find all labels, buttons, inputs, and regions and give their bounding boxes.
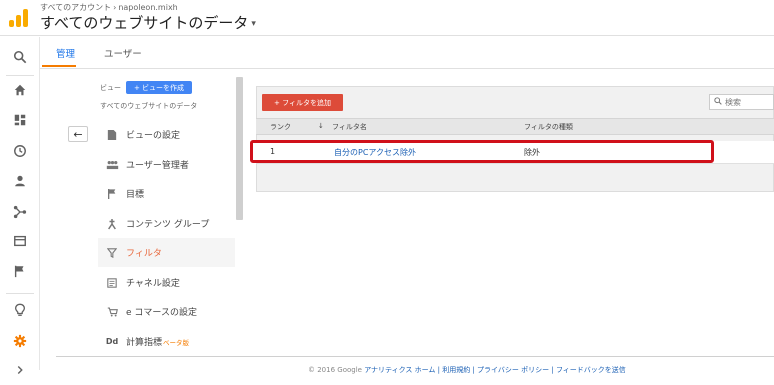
acquisition-icon[interactable] xyxy=(0,197,40,227)
menu-item-goals[interactable]: 目標 xyxy=(98,179,235,208)
footer: © 2016 Google アナリティクス ホーム | 利用規約 | プライバシ… xyxy=(308,365,626,375)
footer-copyright: © 2016 Google xyxy=(308,366,362,374)
expand-icon[interactable] xyxy=(0,355,40,385)
flag-icon xyxy=(105,187,119,201)
menu-item-label: フィルタ xyxy=(126,249,162,259)
menu-item-content-group[interactable]: コンテンツ グループ xyxy=(98,209,235,238)
search-placeholder: 検索 xyxy=(725,97,741,107)
doc-icon xyxy=(105,128,119,142)
tab-user[interactable]: ユーザー xyxy=(104,46,142,60)
menu-item-label: 計算指標 xyxy=(126,338,163,348)
content-group-icon xyxy=(105,217,119,231)
top-header: すべてのアカウント › napoleon.mixh すべてのウェブサイトのデータ ▾ xyxy=(0,0,774,36)
account-selector[interactable]: すべてのウェブサイトのデータ ▾ xyxy=(40,12,256,33)
column-header-filter-name[interactable]: フィルタ名 xyxy=(332,122,367,132)
beta-badge: ベータ版 xyxy=(163,338,190,347)
clock-icon[interactable] xyxy=(0,136,40,166)
account-title: すべてのウェブサイトのデータ xyxy=(40,14,249,32)
caret-down-icon: ▾ xyxy=(251,18,256,29)
back-button[interactable]: ← xyxy=(68,126,88,142)
breadcrumb-account[interactable]: すべてのアカウント xyxy=(40,3,111,12)
analytics-logo[interactable] xyxy=(9,9,29,27)
filter-icon xyxy=(105,246,119,260)
nav-divider xyxy=(6,293,34,294)
breadcrumb-property[interactable]: napoleon.mixh xyxy=(118,3,177,12)
view-name[interactable]: すべてのウェブサイトのデータ xyxy=(100,101,197,111)
search-icon[interactable] xyxy=(0,42,40,72)
view-label: ビュー xyxy=(100,84,121,92)
left-nav xyxy=(0,37,40,374)
tab-admin[interactable]: 管理 xyxy=(56,46,75,60)
footer-links[interactable]: アナリティクス ホーム | 利用規約 | プライバシー ポリシー | フィードバ… xyxy=(364,366,626,374)
menu-item-user-management[interactable]: ユーザー管理者 xyxy=(98,150,235,179)
sort-arrow-icon[interactable]: ↓ xyxy=(318,122,324,130)
cart-icon xyxy=(105,305,119,319)
column-header-filter-type[interactable]: フィルタの種類 xyxy=(524,122,573,132)
footer-divider xyxy=(56,356,774,357)
dd-icon: Dd xyxy=(105,337,119,346)
search-icon xyxy=(714,97,722,107)
menu-item-calculated-metrics[interactable]: Dd 計算指標 ベータ版 xyxy=(98,327,235,356)
menu-item-ecommerce-settings[interactable]: e コマースの設定 xyxy=(98,297,235,326)
arrow-left-icon: ← xyxy=(73,127,83,141)
column-header-rank[interactable]: ランク xyxy=(270,122,291,132)
behavior-icon[interactable] xyxy=(0,226,40,256)
dashboard-icon[interactable] xyxy=(0,105,40,135)
menu-item-label: ビューの設定 xyxy=(126,131,181,141)
active-tab-underline xyxy=(42,65,76,67)
channel-icon xyxy=(105,276,119,290)
menu-item-label: ユーザー管理者 xyxy=(126,161,189,171)
menu-item-label: 目標 xyxy=(126,190,145,200)
users-icon xyxy=(105,158,119,172)
menu-item-channel-settings[interactable]: チャネル設定 xyxy=(98,268,235,297)
menu-item-filter[interactable]: フィルタ xyxy=(98,238,235,267)
person-icon[interactable] xyxy=(0,166,40,196)
breadcrumb-separator: › xyxy=(113,3,117,12)
gear-icon[interactable] xyxy=(0,326,40,356)
home-icon[interactable] xyxy=(0,75,40,105)
table-header: ランク ↓ フィルタ名 フィルタの種類 xyxy=(256,118,774,135)
menu-item-label: コンテンツ グループ xyxy=(126,220,210,230)
flag-icon[interactable] xyxy=(0,256,40,286)
create-view-button[interactable]: + ビューを作成 xyxy=(126,81,192,94)
highlight-box xyxy=(250,140,714,163)
lightbulb-icon[interactable] xyxy=(0,295,40,325)
add-filter-button[interactable]: + フィルタを追加 xyxy=(262,94,343,111)
tab-bar: 管理 ユーザー xyxy=(40,37,774,69)
menu-item-label: チャネル設定 xyxy=(126,279,180,289)
menu-item-label: e コマースの設定 xyxy=(126,308,197,318)
menu-scrollbar[interactable] xyxy=(236,77,243,220)
search-input[interactable]: 検索 xyxy=(709,94,774,110)
menu-item-view-settings[interactable]: ビューの設定 xyxy=(98,120,235,149)
